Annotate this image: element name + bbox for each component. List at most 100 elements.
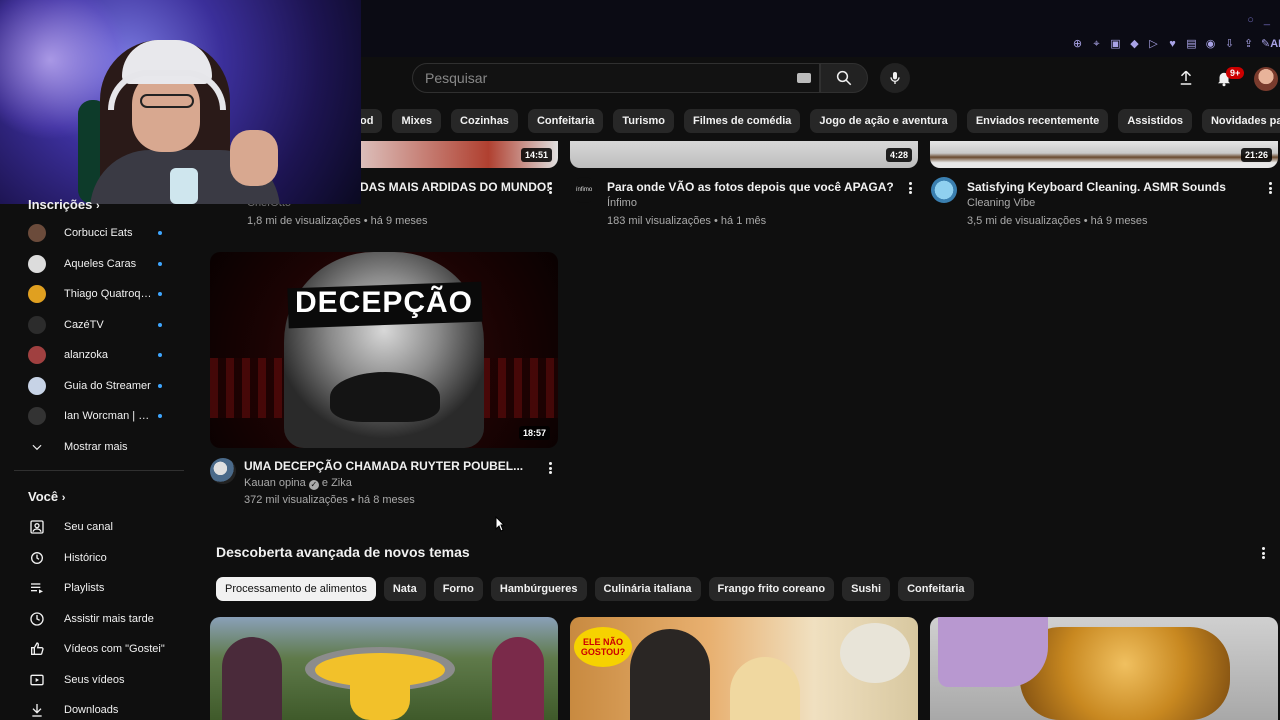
subscription-item[interactable]: alanzoka	[24, 340, 174, 370]
more-options-icon[interactable]	[544, 180, 556, 196]
crop-icon[interactable]: ▣	[1109, 38, 1122, 51]
voice-search-button[interactable]	[880, 63, 910, 93]
topic-chip[interactable]: Confeitaria	[898, 577, 974, 601]
video-thumbnail[interactable]	[210, 617, 558, 720]
video-title[interactable]: Para onde VÃO as fotos depois que você A…	[607, 180, 894, 194]
topic-chip[interactable]: Forno	[433, 577, 483, 601]
subscription-label: Ian Worcman | O...	[64, 410, 152, 422]
sidebar-item-label: Vídeos com "Gostei"	[64, 643, 165, 655]
thumbnail-beard	[330, 372, 440, 422]
chip[interactable]: Assistidos	[1118, 109, 1192, 133]
channel-avatar[interactable]	[210, 458, 236, 484]
chip[interactable]: Cozinhas	[451, 109, 518, 133]
pin-icon[interactable]: ⌖	[1090, 38, 1103, 51]
new-content-indicator	[158, 231, 162, 235]
briefcase-icon[interactable]: ▤	[1185, 38, 1198, 51]
window-controls: ○ _	[1247, 14, 1270, 26]
subscription-item[interactable]: Guia do Streamer	[24, 371, 174, 401]
sidebar-item-clock[interactable]: Assistir mais tarde	[24, 604, 174, 634]
channel-name[interactable]: Ínfimo	[607, 197, 637, 209]
heart-icon[interactable]: ♥	[1166, 38, 1179, 51]
chip[interactable]: Mixes	[392, 109, 442, 133]
shield-icon[interactable]: ◆	[1128, 38, 1141, 51]
sidebar-item-label: Histórico	[64, 551, 107, 564]
subscriptions-heading-label: Inscrições	[28, 197, 93, 212]
chip[interactable]: od	[360, 109, 383, 133]
channel-avatar	[28, 254, 46, 273]
thumbnail-sticker: ELE NÃO GOSTOU?	[574, 627, 632, 667]
topic-chip[interactable]: Frango frito coreano	[708, 577, 835, 601]
share-icon[interactable]: ⇪	[1242, 38, 1255, 51]
topic-chip[interactable]: Sushi	[842, 577, 891, 601]
video-title[interactable]: Satisfying Keyboard Cleaning. ASMR Sound…	[967, 180, 1226, 194]
channel-avatar[interactable]: ínfimo	[571, 177, 597, 203]
section-options-icon[interactable]	[1257, 545, 1269, 561]
sidebar-item-video[interactable]: Seus vídeos	[24, 665, 174, 695]
sidebar-item-channel[interactable]: Seu canal	[24, 512, 174, 542]
video-title[interactable]: UMA DECEPÇÃO CHAMADA RUYTER POUBEL...	[244, 459, 523, 473]
subscription-label: Guia do Streamer	[64, 379, 151, 392]
show-more-button[interactable]: Mostrar mais	[24, 432, 174, 462]
play-icon[interactable]: ▷	[1147, 38, 1160, 51]
account-avatar[interactable]	[1254, 67, 1278, 91]
topic-chip[interactable]: Processamento de alimentos	[216, 577, 376, 601]
subscription-item[interactable]: Corbucci Eats	[24, 218, 174, 248]
account-icon[interactable]: ◉	[1204, 38, 1217, 51]
chevron-right-icon: ›	[95, 200, 100, 212]
thumbnail-bowl	[840, 623, 910, 683]
subscription-item[interactable]: Thiago Quatroque	[24, 279, 174, 309]
download-icon[interactable]: ⇩	[1223, 38, 1236, 51]
zoom-icon[interactable]: ⊕	[1071, 38, 1084, 51]
more-options-icon[interactable]	[1264, 180, 1276, 196]
more-options-icon[interactable]	[544, 460, 556, 476]
chip[interactable]: Filmes de comédia	[683, 109, 801, 133]
search-box[interactable]	[412, 63, 820, 93]
sidebar-item-playlist[interactable]: Playlists	[24, 573, 174, 603]
chip[interactable]: Enviados recentemente	[966, 109, 1109, 133]
topic-chip[interactable]: Hambúrgueres	[490, 577, 587, 601]
subscriptions-heading[interactable]: Inscrições ›	[28, 197, 100, 212]
subscription-item[interactable]: CazéTV	[24, 310, 174, 340]
subscription-item[interactable]: Ian Worcman | O...	[24, 401, 174, 431]
video-thumbnail[interactable]: 21:26	[930, 141, 1278, 168]
thumbs-up-icon	[28, 640, 46, 658]
video-thumbnail[interactable]: 4:28	[570, 141, 918, 168]
channel-icon	[28, 518, 46, 536]
search-icon[interactable]: ○	[1247, 14, 1254, 26]
channel-avatar	[28, 224, 46, 242]
sidebar-item-history[interactable]: Histórico	[24, 543, 174, 573]
chip[interactable]: Turismo	[613, 109, 674, 133]
video-thumbnail[interactable]	[930, 617, 1278, 720]
topic-chip[interactable]: Culinária italiana	[594, 577, 701, 601]
new-content-indicator	[158, 383, 162, 388]
duration-badge: 14:51	[520, 148, 552, 162]
chip[interactable]: Novidades para você	[1201, 109, 1280, 133]
video-thumbnail[interactable]: DECEPÇÃO 18:57	[210, 252, 558, 448]
sidebar-item-download[interactable]: Downloads	[24, 695, 174, 720]
thumbnail-person	[222, 637, 282, 720]
new-content-indicator	[158, 292, 162, 296]
video-title[interactable]: DAS MAIS ARDIDAS DO MUNDO!	[360, 180, 550, 194]
create-button[interactable]	[1174, 66, 1198, 90]
you-section-heading[interactable]: Você ›	[28, 489, 65, 504]
video-thumbnail[interactable]: ELE NÃO GOSTOU?	[570, 617, 918, 720]
ai-icon[interactable]: ✎AI	[1261, 38, 1280, 51]
channel-avatar[interactable]	[931, 177, 957, 203]
duration-badge: 18:57	[518, 426, 550, 440]
playlist-icon	[28, 579, 46, 597]
more-options-icon[interactable]	[904, 180, 916, 196]
chip[interactable]: Jogo de ação e aventura	[810, 109, 957, 133]
channel-name[interactable]: Kauan opina	[244, 477, 306, 489]
channel-name[interactable]: Cleaning Vibe	[967, 197, 1035, 209]
minimize-icon[interactable]: _	[1264, 14, 1270, 26]
search-input[interactable]	[425, 70, 785, 86]
topic-chip[interactable]: Nata	[383, 577, 426, 601]
download-icon	[28, 701, 46, 719]
keyboard-icon[interactable]	[797, 73, 811, 83]
collab-channel[interactable]: e Zika	[322, 477, 352, 489]
sidebar-item-thumbs-up[interactable]: Vídeos com "Gostei"	[24, 634, 174, 664]
subscription-item[interactable]: Aqueles Caras	[24, 249, 174, 279]
chip[interactable]: Confeitaria	[527, 109, 604, 133]
search-button[interactable]	[820, 63, 868, 93]
channel-avatar	[28, 407, 46, 425]
